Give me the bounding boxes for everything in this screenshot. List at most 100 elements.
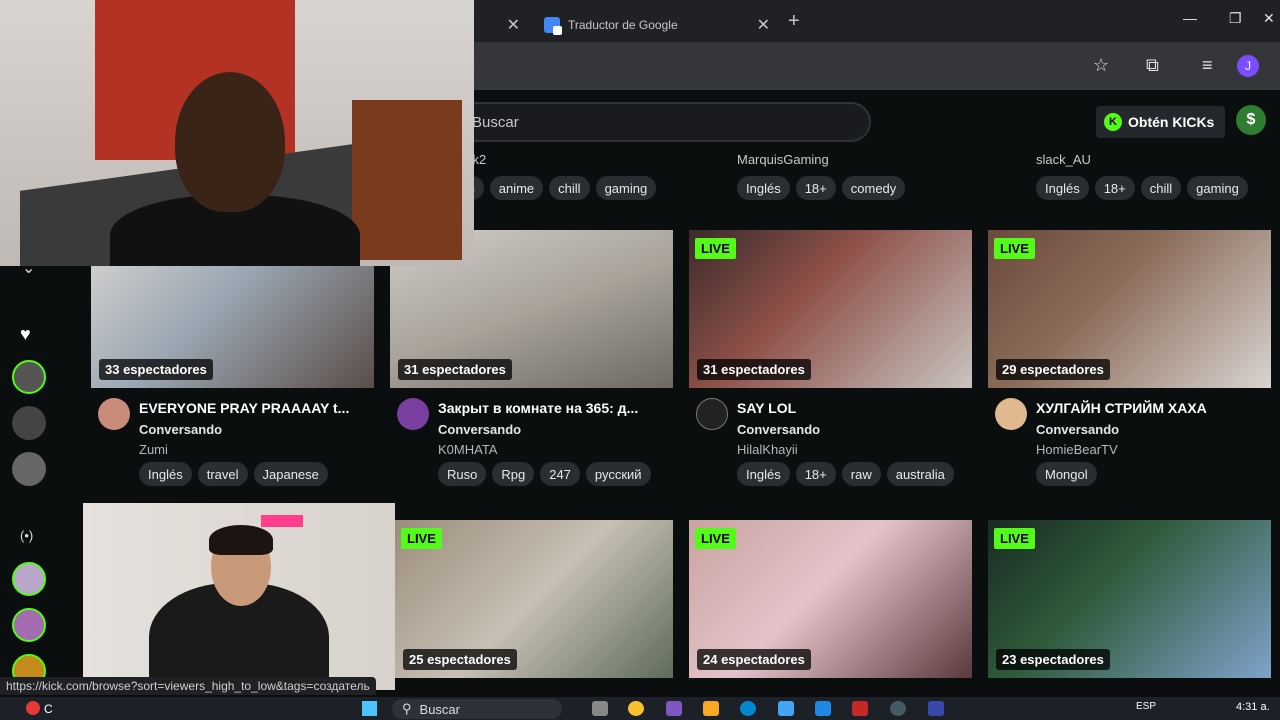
tag[interactable]: 18+ — [795, 462, 836, 486]
close-window-button[interactable]: ✕ — [1263, 10, 1275, 27]
channel-owner[interactable]: slack_AU — [1036, 152, 1091, 167]
viewer-count: 31 espectadores — [697, 359, 811, 380]
stream-thumbnail[interactable]: LIVE 23 espectadores — [988, 520, 1271, 678]
channel-avatar[interactable] — [397, 398, 429, 430]
channel-name[interactable]: HomieBearTV — [1036, 442, 1118, 457]
tag[interactable]: Inglés — [737, 462, 790, 486]
stream-category[interactable]: Conversando — [1036, 422, 1119, 437]
live-radio-icon: (•) — [20, 528, 34, 543]
stream-card[interactable]: LIVE 23 espectadores — [988, 520, 1271, 678]
windows-taskbar: C ⚲ Buscar ESP 4:31 a. — [0, 697, 1280, 720]
google-translate-icon — [544, 17, 562, 35]
app-icon[interactable] — [815, 701, 831, 716]
tag-list: Inglés travel Japanese — [139, 462, 328, 486]
viewer-count: 24 espectadores — [697, 649, 811, 670]
stream-thumbnail[interactable]: LIVE 24 espectadores — [689, 520, 972, 678]
stream-thumbnail[interactable]: LIVE 25 espectadores — [395, 520, 673, 678]
tag[interactable]: Ruso — [438, 462, 487, 486]
tag[interactable]: gaming — [1187, 176, 1248, 200]
stream-card[interactable]: LIVE 24 espectadores — [689, 520, 972, 678]
copilot-icon[interactable] — [666, 701, 682, 716]
tag[interactable]: Inglés — [139, 462, 192, 486]
stream-title[interactable]: ХУЛГАЙН СТРИЙМ ХАХА — [1036, 400, 1266, 416]
stream-category[interactable]: Conversando — [139, 422, 222, 437]
tag[interactable]: Rpg — [492, 462, 535, 486]
language-indicator[interactable]: ESP — [1136, 698, 1156, 715]
tag[interactable]: anime — [489, 176, 544, 200]
stream-card[interactable]: LIVE 29 espectadores ХУЛГАЙН СТРИЙМ ХАХА… — [988, 230, 1271, 486]
stream-title[interactable]: Закрыт в комнате на 365: д... — [438, 400, 668, 416]
tag[interactable]: travel — [197, 462, 248, 486]
tag[interactable]: chill — [549, 176, 590, 200]
tag[interactable]: Mongol — [1036, 462, 1097, 486]
stream-card[interactable]: 33 espectadores EVERYONE PRAY PRAAAAY t.… — [91, 230, 374, 486]
store-icon[interactable] — [778, 701, 794, 716]
stream-category[interactable]: Conversando — [438, 422, 521, 437]
browser-tab-translate[interactable]: Traductor de Google ✕ — [534, 8, 780, 42]
stream-title[interactable]: SAY LOL — [737, 400, 967, 416]
extensions-icon[interactable]: ⧉ — [1146, 55, 1159, 76]
edge-icon[interactable] — [740, 701, 756, 716]
tag[interactable]: 247 — [540, 462, 580, 486]
followed-channel-avatar[interactable] — [12, 452, 46, 486]
taskbar-search[interactable]: ⚲ Buscar — [392, 699, 562, 719]
live-badge: LIVE — [401, 528, 442, 549]
followed-channel-avatar[interactable] — [12, 406, 46, 440]
channel-avatar[interactable] — [995, 398, 1027, 430]
channel-name[interactable]: Zumi — [139, 442, 168, 457]
close-tab-icon[interactable]: ✕ — [757, 15, 770, 35]
close-tab-icon[interactable]: ✕ — [507, 15, 520, 35]
webcam-overlay — [0, 0, 474, 266]
tag[interactable]: Japanese — [253, 462, 328, 486]
channel-avatar[interactable] — [98, 398, 130, 430]
clock[interactable]: 4:31 a. — [1236, 698, 1270, 715]
app-icon[interactable] — [890, 701, 906, 716]
channel-avatar[interactable] — [696, 398, 728, 430]
chrome-icon[interactable] — [628, 701, 644, 716]
bookmark-star-icon[interactable]: ☆ — [1093, 55, 1109, 76]
channel-name[interactable]: K0MHATA — [438, 442, 497, 457]
channel-owner[interactable]: MarquisGaming — [737, 152, 829, 167]
get-kicks-button[interactable]: K Obtén KICKs — [1096, 106, 1225, 138]
heart-icon[interactable]: ♥ — [20, 324, 31, 345]
roblox-icon[interactable] — [928, 701, 944, 716]
recommended-channel-avatar[interactable] — [12, 562, 46, 596]
channel-name[interactable]: HilalKhayii — [737, 442, 798, 457]
tag[interactable]: 18+ — [795, 176, 836, 200]
tag[interactable]: gaming — [595, 176, 657, 200]
new-tab-button[interactable]: + — [788, 10, 800, 33]
person-hair — [209, 525, 273, 555]
tag[interactable]: Inglés — [737, 176, 790, 200]
tag[interactable]: русский — [585, 462, 651, 486]
live-badge: LIVE — [994, 238, 1035, 259]
weather-label[interactable]: C — [44, 700, 53, 717]
tag[interactable]: Inglés — [1036, 176, 1089, 200]
stream-thumbnail[interactable]: LIVE 31 espectadores — [689, 230, 972, 388]
tag[interactable]: raw — [841, 462, 881, 486]
recommended-channel-avatar[interactable] — [12, 608, 46, 642]
file-explorer-icon[interactable] — [703, 701, 719, 716]
stream-thumbnail[interactable]: LIVE 29 espectadores — [988, 230, 1271, 388]
minimize-button[interactable]: — — [1183, 10, 1197, 26]
tag[interactable]: australia — [886, 462, 954, 486]
tag[interactable]: comedy — [841, 176, 906, 200]
app-icon[interactable] — [852, 701, 868, 716]
restore-button[interactable]: ❐ — [1229, 10, 1242, 27]
user-avatar[interactable]: $ — [1236, 105, 1266, 135]
media-control-icon[interactable]: ≡ — [1202, 55, 1213, 76]
weather-alert-icon[interactable] — [26, 701, 40, 715]
tag[interactable]: chill — [1140, 176, 1182, 200]
task-view-icon[interactable] — [592, 701, 608, 716]
search-input[interactable]: Buscar — [440, 102, 871, 142]
followed-channel-avatar[interactable] — [12, 360, 46, 394]
stream-card[interactable]: LIVE 31 espectadores SAY LOL Conversando… — [689, 230, 972, 486]
stream-card[interactable]: LIVE 25 espectadores — [395, 520, 678, 678]
browser-tab-kick[interactable]: ✕ — [474, 8, 530, 42]
windows-start-icon[interactable] — [362, 701, 377, 716]
tag[interactable]: 18+ — [1094, 176, 1135, 200]
profile-avatar[interactable]: J — [1237, 55, 1259, 77]
stream-title[interactable]: EVERYONE PRAY PRAAAAY t... — [139, 400, 369, 416]
stream-category[interactable]: Conversando — [737, 422, 820, 437]
live-badge: LIVE — [695, 238, 736, 259]
stream-card[interactable]: 31 espectadores Закрыт в комнате на 365:… — [390, 230, 673, 486]
